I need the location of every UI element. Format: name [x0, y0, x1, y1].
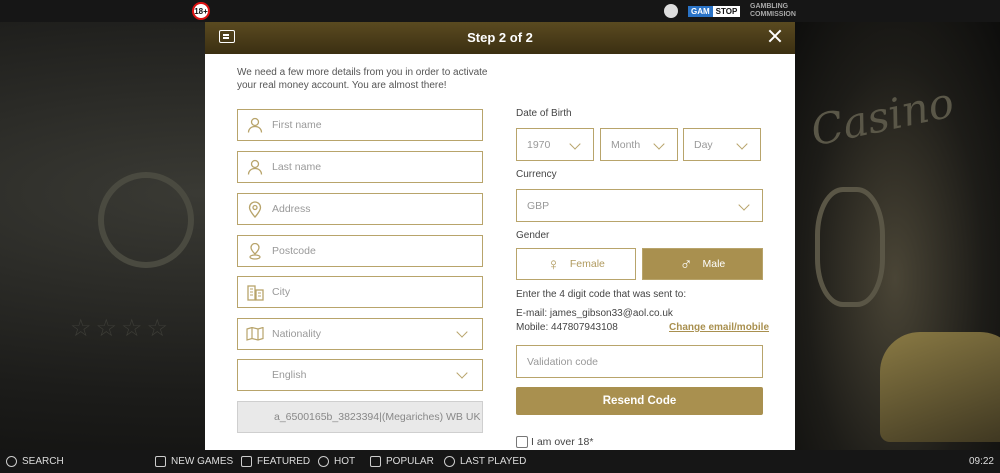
gender-male-button[interactable]: ♂ Male [642, 248, 763, 280]
chevron-down-icon [569, 138, 581, 150]
registration-modal: Step 2 of 2 We need a few more details f… [205, 22, 795, 450]
gamstop-logo[interactable]: GAM STOP [688, 6, 741, 17]
mobile-text: Mobile: 447807943108 [516, 322, 618, 333]
city-buildings-icon [238, 277, 272, 307]
gamstop-logo-part-b: STOP [712, 6, 741, 17]
last-name-placeholder: Last name [272, 161, 322, 173]
address-field[interactable]: Address [237, 193, 483, 225]
chevron-down-icon [738, 199, 750, 211]
code-sent-text: Enter the 4 digit code that was sent to: [516, 289, 687, 300]
nav-search-label: SEARCH [22, 456, 64, 467]
dob-day-value: Day [694, 138, 713, 151]
postcode-field[interactable]: Postcode [237, 235, 483, 267]
nav-popular[interactable]: POPULAR [370, 456, 434, 467]
nav-search[interactable]: SEARCH [6, 456, 64, 467]
gender-male-label: Male [702, 258, 726, 270]
gender-female-label: Female [569, 258, 605, 270]
chevron-down-icon [653, 138, 665, 150]
change-email-mobile-link[interactable]: Change email/mobile [669, 322, 769, 333]
chevron-down-icon [456, 367, 468, 379]
nav-new-games[interactable]: NEW GAMES [155, 456, 233, 467]
nav-popular-label: POPULAR [386, 456, 434, 467]
postcode-pin-icon [238, 236, 272, 266]
bottom-nav-bar: SEARCH NEW GAMES FEATURED HOT POPULAR LA… [0, 450, 1000, 473]
email-text: E-mail: james_gibson33@aol.co.uk [516, 308, 673, 319]
validation-code-input[interactable]: Validation code [516, 345, 763, 378]
map-book-icon [238, 319, 272, 349]
language-select[interactable]: English [237, 359, 483, 391]
featured-icon [241, 456, 252, 467]
nav-hot[interactable]: HOT [318, 456, 355, 467]
top-bar: 18+ GAM STOP GAMBLING COMMISSION [0, 0, 1000, 22]
first-name-placeholder: First name [272, 119, 322, 131]
currency-label: Currency [516, 169, 557, 180]
gender-label: Gender [516, 230, 550, 241]
validation-code-placeholder: Validation code [527, 355, 599, 368]
stars-decoration: ☆☆☆☆ [70, 315, 173, 342]
dob-month-value: Month [611, 138, 641, 151]
address-placeholder: Address [272, 203, 311, 215]
city-placeholder: City [272, 286, 291, 298]
modal-header: Step 2 of 2 [205, 22, 795, 54]
resend-code-button[interactable]: Resend Code [516, 387, 763, 415]
dob-day-select[interactable]: Day [683, 128, 761, 161]
first-name-field[interactable]: First name [237, 109, 483, 141]
intro-text: We need a few more details from you in o… [237, 67, 488, 91]
chevron-down-icon [736, 138, 748, 150]
nav-last-played-label: LAST PLAYED [460, 456, 527, 467]
postcode-placeholder: Postcode [272, 245, 316, 257]
clover-decoration [98, 172, 194, 268]
gambling-commission-line-1: GAMBLING [750, 3, 789, 10]
history-icon [444, 456, 455, 467]
dob-year-select[interactable]: 1970 [516, 128, 594, 161]
star-icon [370, 456, 381, 467]
over18-label: I am over 18* [531, 436, 594, 448]
search-icon [6, 456, 17, 467]
dob-month-select[interactable]: Month [600, 128, 678, 161]
nav-hot-label: HOT [334, 456, 356, 467]
nav-featured-label: FEATURED [257, 456, 311, 467]
step-title: Step 2 of 2 [467, 30, 533, 45]
car-decoration [880, 332, 1000, 442]
gender-female-button[interactable]: ♀ Female [516, 248, 636, 280]
chevron-down-icon [456, 326, 468, 338]
person-icon [238, 152, 272, 182]
over18-checkbox[interactable] [516, 436, 528, 448]
city-field[interactable]: City [237, 276, 483, 308]
flame-icon [318, 456, 329, 467]
age-restriction-badge: 18+ [192, 2, 210, 20]
nav-new-games-label: NEW GAMES [171, 456, 234, 467]
gambling-commission-line-2: COMMISSION [750, 11, 796, 18]
new-games-icon [155, 456, 166, 467]
currency-select[interactable]: GBP [516, 189, 763, 222]
gamstop-logo-part-a: GAM [688, 6, 713, 17]
gambling-commission-logo[interactable]: GAMBLING COMMISSION [750, 3, 796, 19]
close-icon[interactable] [767, 28, 783, 44]
nationality-select[interactable]: Nationality [237, 318, 483, 350]
clock: 09:22 [968, 456, 994, 467]
location-pin-icon [238, 194, 272, 224]
over18-checkbox-row[interactable]: I am over 18* [516, 436, 593, 448]
nav-featured[interactable]: FEATURED [241, 456, 310, 467]
dob-year-value: 1970 [527, 138, 551, 151]
affiliate-code-field: a_6500165b_3823394|(Megariches) WB UK c [237, 401, 483, 433]
nationality-placeholder: Nationality [272, 328, 322, 340]
club-decoration [815, 187, 885, 307]
person-icon [238, 110, 272, 140]
male-icon: ♂ [679, 254, 693, 274]
nav-last-played[interactable]: LAST PLAYED [444, 456, 526, 467]
affiliate-code-value: a_6500165b_3823394|(Megariches) WB UK c [274, 411, 482, 423]
female-icon: ♀ [547, 254, 560, 274]
dob-label: Date of Birth [516, 108, 572, 119]
globe-icon[interactable] [664, 4, 678, 18]
language-value: English [272, 369, 307, 381]
currency-value: GBP [527, 199, 550, 212]
last-name-field[interactable]: Last name [237, 151, 483, 183]
